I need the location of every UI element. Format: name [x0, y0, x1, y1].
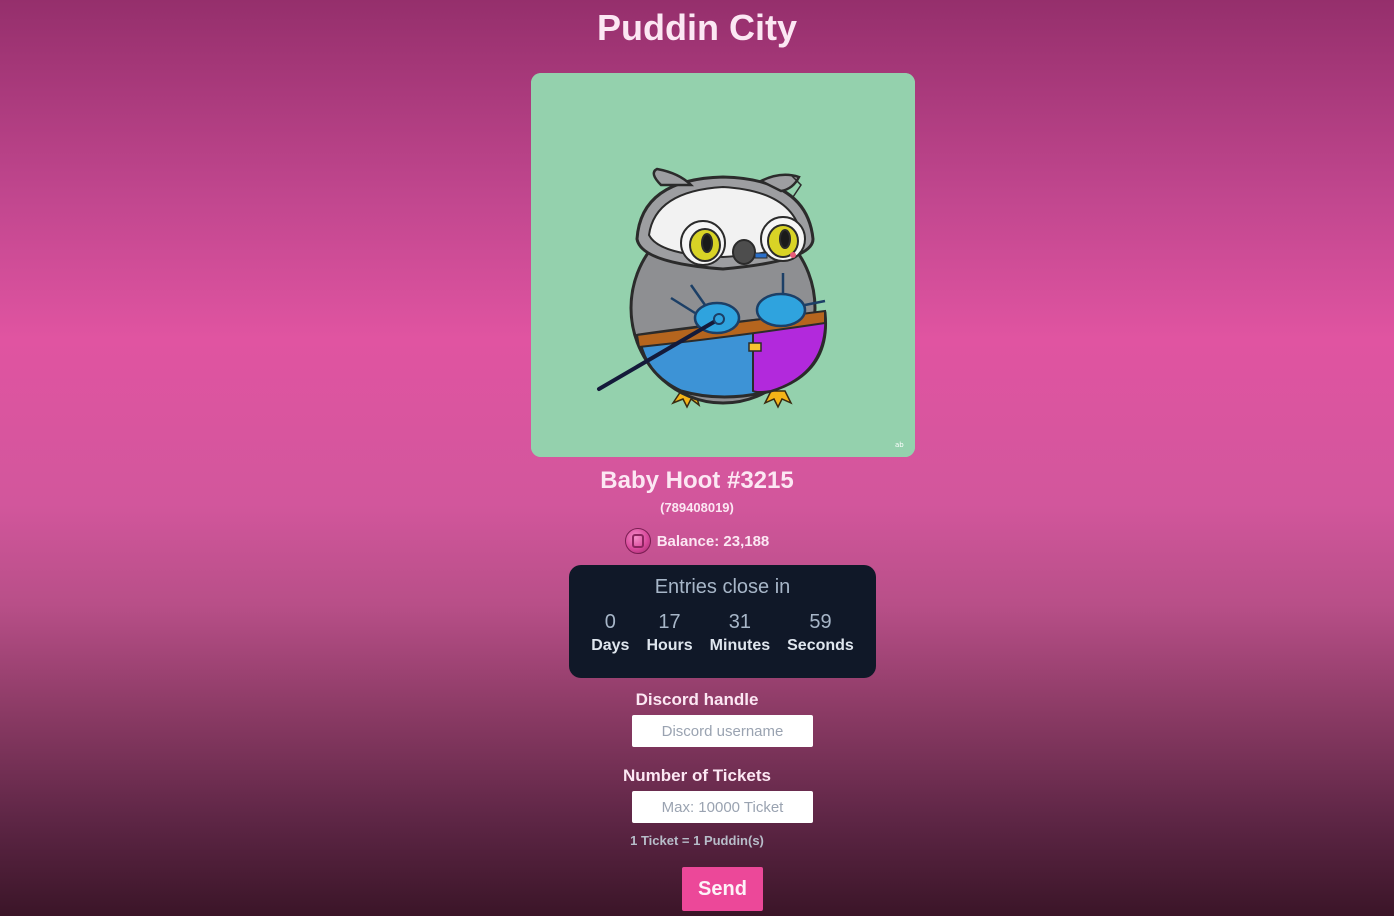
- page-title: Puddin City: [597, 7, 797, 48]
- nft-image: ab: [531, 73, 915, 457]
- balance-label: Balance: 23,188: [656, 532, 770, 550]
- raffle-page: Puddin City ab Baby Hoot #3215 (78940801…: [0, 0, 1394, 916]
- countdown-seconds-value: 59: [809, 611, 832, 633]
- countdown-seconds-label: Seconds: [787, 637, 854, 654]
- countdown-units: 0 Days 17 Hours 31 Minutes 59 Seconds: [569, 610, 876, 655]
- countdown-hours-value: 17: [658, 611, 681, 633]
- owl-illustration: ab: [531, 73, 915, 457]
- puddin-coin-icon: [624, 528, 651, 554]
- nft-name: Baby Hoot #3215: [600, 467, 794, 494]
- tickets-label: Number of Tickets: [622, 766, 771, 785]
- countdown-timer: Entries close in 0 Days 17 Hours 31 Minu…: [569, 565, 876, 678]
- countdown-days-value: 0: [604, 611, 616, 633]
- balance-display: Balance: 23,188: [0, 528, 1394, 554]
- countdown-hours: 17 Hours: [646, 610, 692, 655]
- ticket-price-note: 1 Ticket = 1 Puddin(s): [630, 833, 764, 848]
- countdown-days: 0 Days: [591, 610, 629, 655]
- tickets-input[interactable]: [632, 791, 813, 823]
- discord-username-input[interactable]: [632, 715, 813, 747]
- countdown-minutes-value: 31: [728, 611, 752, 633]
- countdown-days-label: Days: [591, 637, 630, 654]
- nft-id: (789408019): [660, 500, 734, 515]
- svg-text:ab: ab: [895, 441, 904, 449]
- countdown-minutes: 31 Minutes: [710, 610, 770, 655]
- countdown-hours-label: Hours: [646, 637, 693, 654]
- countdown-minutes-label: Minutes: [709, 637, 771, 654]
- send-button[interactable]: Send: [682, 867, 763, 911]
- countdown-seconds: 59 Seconds: [787, 610, 854, 655]
- countdown-title: Entries close in: [654, 576, 791, 598]
- discord-handle-label: Discord handle: [635, 690, 759, 709]
